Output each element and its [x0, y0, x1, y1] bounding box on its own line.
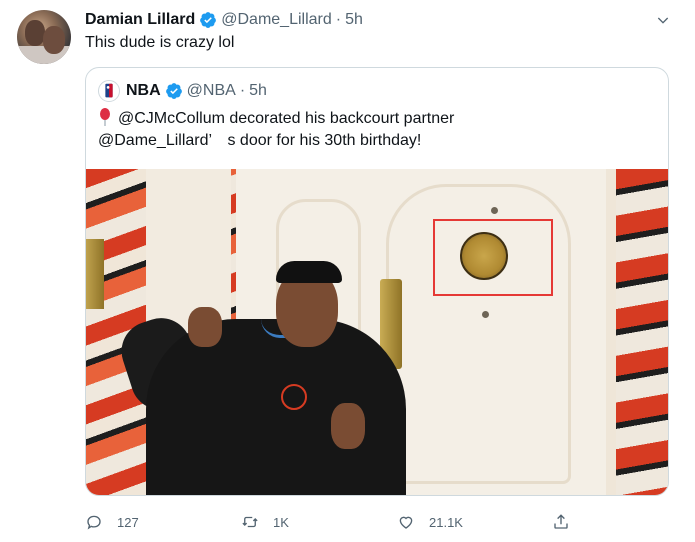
photo-team-logo	[281, 384, 307, 410]
quoted-author-name[interactable]: NBA	[126, 82, 161, 100]
balloon-icon	[100, 108, 110, 126]
like-button[interactable]: 21.1K	[397, 508, 463, 536]
separator-dot: ·	[239, 82, 246, 99]
quoted-text-part-1: @CJMcCollum decorated his backcourt part…	[118, 110, 455, 127]
photo-person-cap	[276, 261, 342, 283]
photo-person-body	[146, 319, 406, 495]
author-name[interactable]: Damian Lillard	[85, 11, 195, 29]
photo-screw-top	[491, 207, 498, 214]
verified-badge-icon	[200, 12, 217, 28]
photo-peace-hand-left	[188, 307, 222, 347]
quoted-text-line-2: @Dame_Lillard’ s door for his 30th birth…	[98, 132, 422, 149]
photo-curtain-right	[616, 169, 668, 495]
reply-icon	[87, 515, 101, 530]
like-count: 21.1K	[429, 514, 463, 530]
tweet-text: This dude is crazy lol	[85, 34, 235, 51]
photo-peace-hand-right	[331, 403, 365, 449]
reply-count: 127	[117, 514, 139, 530]
chevron-down-icon[interactable]	[655, 12, 671, 28]
tweet-timestamp[interactable]: 5h	[345, 11, 363, 29]
like-icon	[399, 516, 413, 529]
author-avatar[interactable]	[17, 10, 71, 64]
retweet-icon	[242, 516, 258, 528]
quoted-tweet-header: NBA @NBA · 5h	[126, 80, 267, 102]
retweet-button[interactable]: 1K	[241, 508, 289, 536]
nba-logo-icon	[105, 83, 113, 98]
quoted-tweet-card[interactable]: NBA @NBA · 5h @CJMcCollum decorated his …	[85, 67, 669, 496]
tweet-photo[interactable]	[86, 169, 668, 495]
tweet-header: Damian Lillard @Dame_Lillard · 5h	[85, 9, 363, 31]
photo-door-handle-left	[86, 239, 104, 309]
share-icon	[554, 514, 568, 529]
verified-badge-icon	[165, 83, 182, 99]
quoted-tweet-text: @CJMcCollum decorated his backcourt part…	[98, 108, 658, 152]
photo-screw-bottom	[482, 311, 489, 318]
retweet-count: 1K	[273, 514, 289, 530]
tweet[interactable]: Damian Lillard @Dame_Lillard · 5h This d…	[0, 0, 695, 542]
photo-highlight-box	[433, 219, 553, 296]
nba-avatar[interactable]	[98, 80, 120, 102]
author-handle[interactable]: @Dame_Lillard	[221, 11, 332, 29]
tweet-actions: 127 1K 21.1K	[85, 508, 685, 536]
quoted-author-handle[interactable]: @NBA	[187, 82, 236, 100]
quoted-tweet-timestamp[interactable]: 5h	[249, 82, 267, 100]
quoted-text-line-1: @CJMcCollum decorated his backcourt part…	[98, 108, 658, 130]
separator-dot: ·	[335, 11, 342, 28]
reply-button[interactable]: 127	[85, 508, 139, 536]
share-button[interactable]	[552, 508, 584, 536]
